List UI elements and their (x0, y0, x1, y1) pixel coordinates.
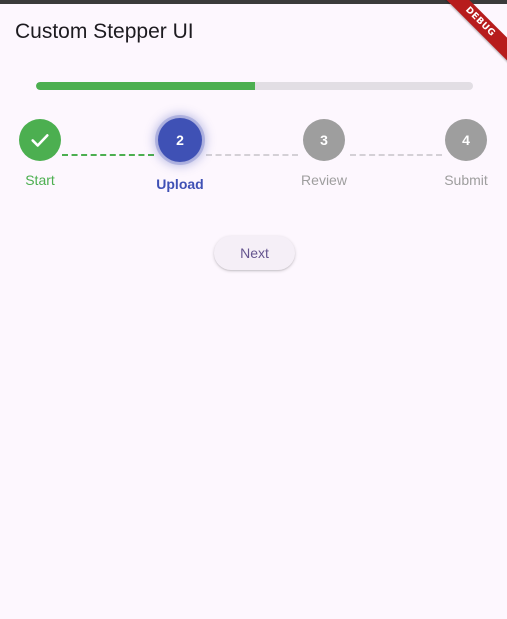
progress-bar (36, 82, 473, 90)
step-number: 2 (176, 132, 184, 148)
check-icon (31, 134, 49, 147)
step-circle-pending[interactable]: 3 (303, 119, 345, 161)
step-connector-3 (350, 154, 442, 156)
step-circle-pending[interactable]: 4 (445, 119, 487, 161)
next-button[interactable]: Next (214, 236, 295, 270)
step-label: Start (25, 172, 55, 188)
step-circle-active[interactable]: 2 (158, 118, 202, 162)
step-label: Submit (444, 172, 488, 188)
progress-fill (36, 82, 255, 90)
step-connector-1 (62, 154, 154, 156)
step-circle-done[interactable] (19, 119, 61, 161)
app-bar: Custom Stepper UI (0, 4, 507, 56)
step-number: 4 (462, 132, 470, 148)
page-title: Custom Stepper UI (15, 20, 194, 43)
step-number: 3 (320, 132, 328, 148)
step-connector-2 (206, 154, 298, 156)
step-label: Upload (156, 176, 204, 192)
step-label: Review (301, 172, 347, 188)
